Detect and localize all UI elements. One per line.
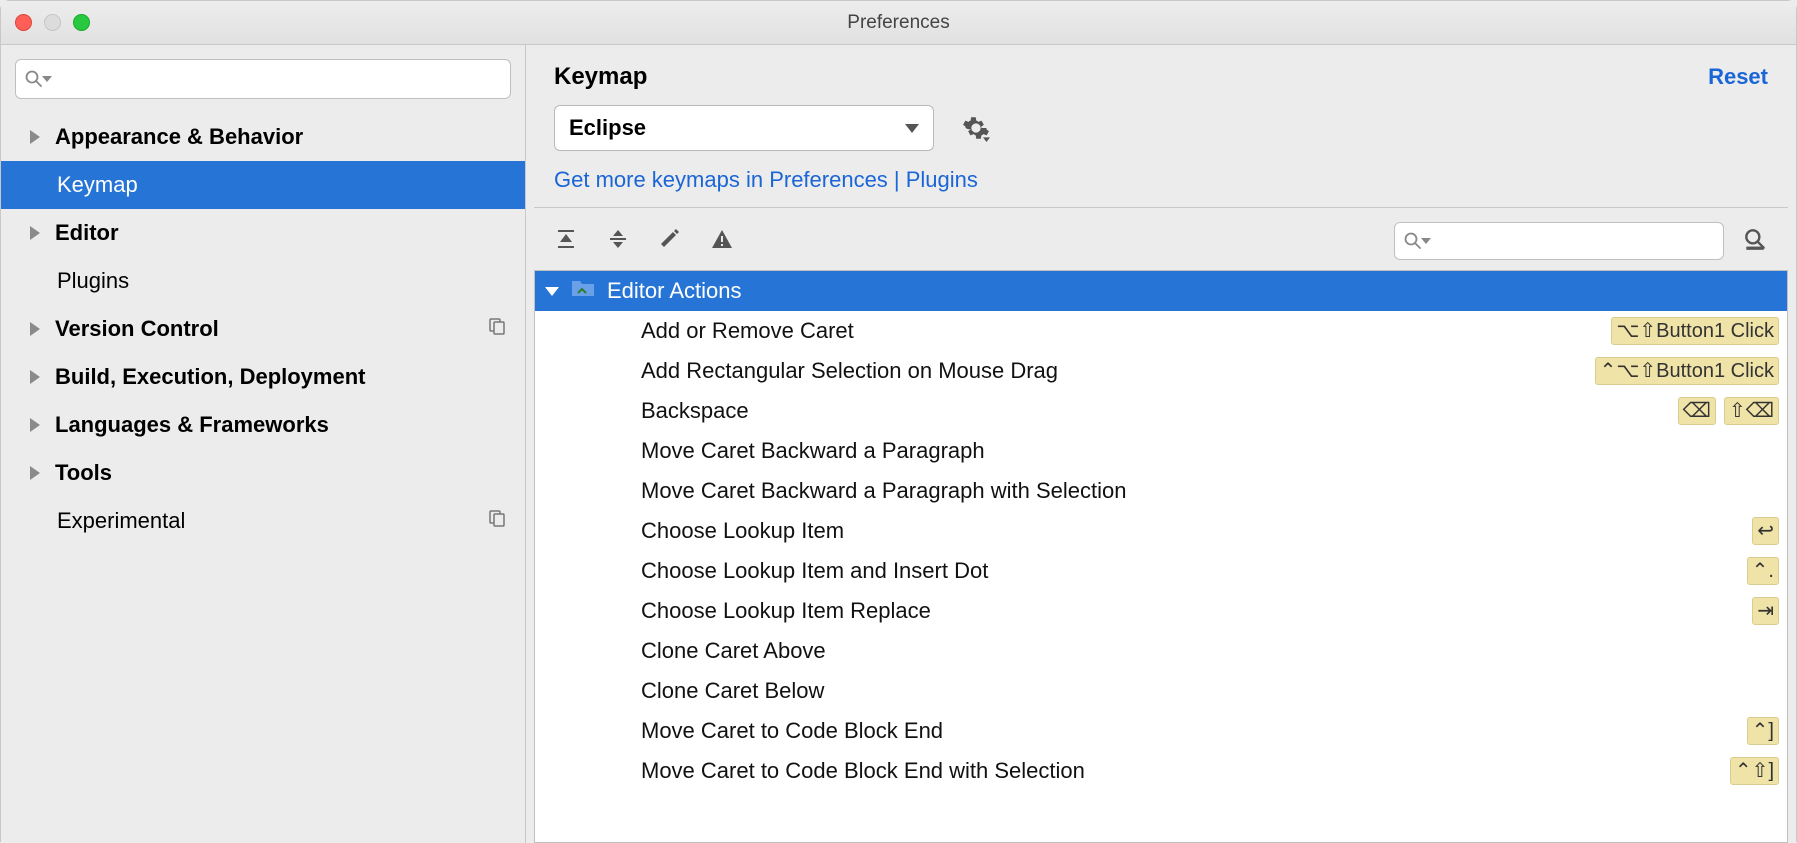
shortcut-group: ⌥⇧Button1 Click [1611,317,1779,345]
shortcut-pill: ⇥ [1752,597,1779,625]
sidebar-item-label: Keymap [57,172,138,198]
sidebar-item-version-control[interactable]: Version Control [1,305,525,353]
sidebar-item-label: Languages & Frameworks [55,412,329,438]
action-row[interactable]: Move Caret to Code Block End with Select… [535,751,1787,791]
action-tree[interactable]: Editor Actions Add or Remove Caret ⌥⇧Butt… [534,270,1788,843]
action-row[interactable]: Add Rectangular Selection on Mouse Drag ⌃… [535,351,1787,391]
action-group-editor-actions[interactable]: Editor Actions [535,271,1787,311]
sidebar-item-experimental[interactable]: Experimental [1,497,525,545]
action-row[interactable]: Backspace ⌫ ⇧⌫ [535,391,1787,431]
search-icon [1403,231,1423,251]
chevron-down-icon [42,76,52,82]
sidebar-item-keymap[interactable]: Keymap [1,161,525,209]
shortcut-pill: ⌃⇧] [1730,757,1779,785]
action-label: Choose Lookup Item [641,518,844,544]
action-row[interactable]: Choose Lookup Item and Insert Dot ⌃. [535,551,1787,591]
shortcut-pill: ⇧⌫ [1724,397,1779,425]
action-label: Add Rectangular Selection on Mouse Drag [641,358,1058,384]
action-toolbar [526,208,1796,270]
sidebar-item-label: Build, Execution, Deployment [55,364,365,390]
sidebar-item-label: Experimental [57,508,185,534]
sidebar-item-tools[interactable]: Tools [1,449,525,497]
action-search-input[interactable] [1394,222,1724,260]
gear-icon[interactable] [962,114,990,142]
disclosure-right-icon [27,224,45,242]
action-label: Backspace [641,398,749,424]
shortcut-pill: ↩ [1752,517,1779,545]
action-group-label: Editor Actions [607,278,742,304]
action-row[interactable]: Move Caret to Code Block End ⌃] [535,711,1787,751]
sidebar-item-plugins[interactable]: Plugins [1,257,525,305]
edit-icon[interactable] [658,227,682,256]
action-row[interactable]: Clone Caret Below [535,671,1787,711]
sidebar-search-input[interactable] [15,59,511,99]
action-row[interactable]: Add or Remove Caret ⌥⇧Button1 Click [535,311,1787,351]
action-row[interactable]: Move Caret Backward a Paragraph with Sel… [535,471,1787,511]
find-by-shortcut-icon[interactable] [1742,226,1768,257]
action-row[interactable]: Choose Lookup Item Replace ⇥ [535,591,1787,631]
settings-tree: Appearance & Behavior Keymap Editor Plug… [1,109,525,843]
sidebar-item-build-execution-deployment[interactable]: Build, Execution, Deployment [1,353,525,401]
shortcut-group: ⇥ [1752,597,1779,625]
action-label: Move Caret Backward a Paragraph with Sel… [641,478,1126,504]
keymap-scheme-value: Eclipse [569,115,646,141]
action-label: Move Caret Backward a Paragraph [641,438,985,464]
sidebar: Appearance & Behavior Keymap Editor Plug… [1,45,526,843]
shortcut-group: ⌃] [1747,717,1779,745]
search-icon [24,69,44,89]
action-row[interactable]: Move Caret Backward a Paragraph [535,431,1787,471]
expand-all-icon[interactable] [554,227,578,256]
copy-projects-icon [487,316,507,342]
sidebar-item-languages-frameworks[interactable]: Languages & Frameworks [1,401,525,449]
collapse-all-icon[interactable] [606,227,630,256]
disclosure-right-icon [27,320,45,338]
shortcut-pill: ⌫ [1678,397,1716,425]
chevron-down-icon [905,124,919,133]
shortcut-group: ⌃⌥⇧Button1 Click [1595,357,1779,385]
shortcut-pill: ⌃⌥⇧Button1 Click [1595,357,1779,385]
action-row[interactable]: Clone Caret Above [535,631,1787,671]
shortcut-group: ↩ [1752,517,1779,545]
action-label: Add or Remove Caret [641,318,854,344]
shortcut-pill: ⌥⇧Button1 Click [1611,317,1779,345]
content-pane: Keymap Reset Eclipse Get more keymaps in… [526,45,1796,843]
disclosure-right-icon [27,368,45,386]
action-row[interactable]: Choose Lookup Item ↩ [535,511,1787,551]
shortcut-pill: ⌃] [1747,717,1779,745]
sidebar-item-label: Version Control [55,316,219,342]
titlebar: Preferences [1,1,1796,45]
shortcut-group: ⌃. [1747,557,1779,585]
keymap-scheme-select[interactable]: Eclipse [554,105,934,151]
action-label: Choose Lookup Item and Insert Dot [641,558,988,584]
action-label: Clone Caret Below [641,678,824,704]
reset-button[interactable]: Reset [1708,64,1768,90]
more-keymaps-link[interactable]: Get more keymaps in Preferences | Plugin… [526,163,1796,207]
action-search-field[interactable] [1437,231,1715,251]
sidebar-item-appearance-behavior[interactable]: Appearance & Behavior [1,113,525,161]
warning-icon[interactable] [710,227,734,256]
copy-projects-icon [487,508,507,534]
sidebar-item-label: Appearance & Behavior [55,124,303,150]
action-label: Move Caret to Code Block End with Select… [641,758,1085,784]
shortcut-pill: ⌃. [1747,557,1779,585]
action-label: Choose Lookup Item Replace [641,598,931,624]
action-label: Move Caret to Code Block End [641,718,943,744]
disclosure-down-icon [545,287,559,296]
page-title: Keymap [554,63,647,91]
action-label: Clone Caret Above [641,638,826,664]
folder-icon [571,278,595,304]
sidebar-search-field[interactable] [58,69,502,89]
disclosure-right-icon [27,464,45,482]
window-title: Preferences [1,12,1796,34]
shortcut-group: ⌃⇧] [1730,757,1779,785]
shortcut-group: ⌫ ⇧⌫ [1678,397,1779,425]
disclosure-right-icon [27,128,45,146]
sidebar-item-label: Tools [55,460,112,486]
chevron-down-icon [1421,238,1431,244]
sidebar-item-label: Editor [55,220,119,246]
sidebar-item-label: Plugins [57,268,129,294]
disclosure-right-icon [27,416,45,434]
sidebar-item-editor[interactable]: Editor [1,209,525,257]
